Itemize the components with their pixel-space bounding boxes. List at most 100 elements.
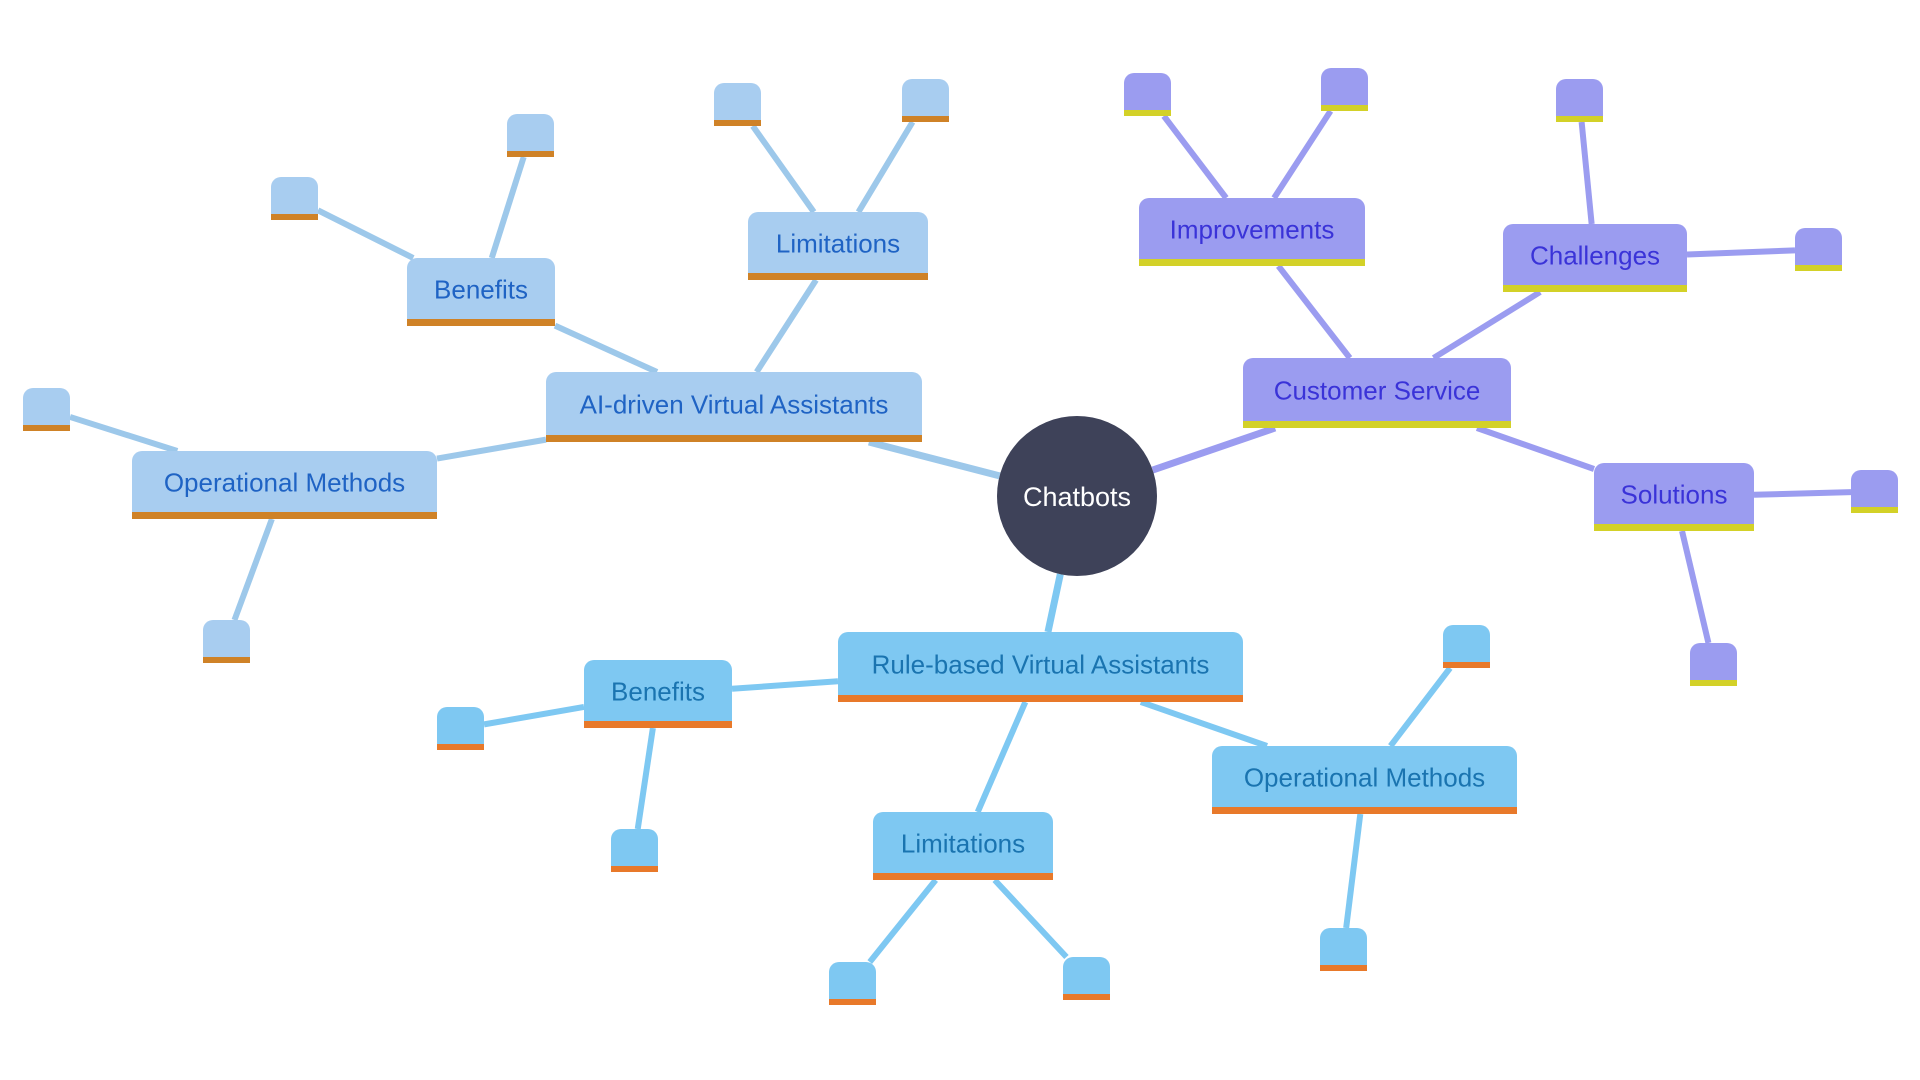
connector-line	[1388, 666, 1453, 748]
node-body	[507, 114, 554, 157]
node-accent-bar	[546, 435, 922, 442]
topic-node-benefits-rule[interactable]: Benefits	[584, 660, 732, 728]
node-label: Challenges	[1530, 241, 1660, 271]
leaf-node-leaf-challenges-2[interactable]	[1795, 228, 1842, 271]
node-label: Limitations	[901, 829, 1025, 859]
connector-line	[1044, 573, 1064, 633]
leaf-node-leaf-operational-rule-2[interactable]	[1320, 928, 1367, 971]
node-accent-bar	[748, 273, 928, 280]
node-accent-bar	[902, 116, 949, 122]
leaf-node-leaf-solutions-1[interactable]	[1851, 470, 1898, 513]
node-accent-bar	[437, 744, 484, 750]
node-accent-bar	[714, 120, 761, 126]
node-accent-bar	[1556, 116, 1603, 122]
connector-line	[731, 678, 839, 692]
leaf-node-leaf-operational-ai-2[interactable]	[203, 620, 250, 663]
connector-line	[1151, 424, 1277, 474]
topic-node-operational-rule[interactable]: Operational Methods	[1212, 746, 1517, 814]
topic-node-solutions[interactable]: Solutions	[1594, 463, 1754, 531]
connector-line	[1753, 489, 1852, 498]
node-body	[611, 829, 658, 872]
node-accent-bar	[584, 721, 732, 728]
node-accent-bar	[838, 695, 1243, 702]
leaf-node-leaf-improvements-1[interactable]	[1124, 73, 1171, 116]
connector-line	[974, 700, 1029, 814]
node-label: Solutions	[1621, 480, 1728, 510]
connector-line	[316, 207, 415, 261]
node-label: Customer Service	[1274, 376, 1481, 406]
topic-node-ai-driven[interactable]: AI-driven Virtual Assistants	[546, 372, 922, 442]
node-accent-bar	[1795, 265, 1842, 271]
connector-line	[1271, 109, 1334, 200]
node-body	[437, 707, 484, 750]
node-label: Operational Methods	[164, 468, 405, 498]
node-accent-bar	[1321, 105, 1368, 111]
topic-node-improvements[interactable]: Improvements	[1139, 198, 1365, 266]
node-accent-bar	[1503, 285, 1687, 292]
connector-line	[483, 703, 585, 728]
node-accent-bar	[1124, 110, 1171, 116]
leaf-node-leaf-limitations-rule-1[interactable]	[829, 962, 876, 1005]
topic-node-limitations-ai[interactable]: Limitations	[748, 212, 928, 280]
connector-line	[436, 436, 547, 462]
topic-node-challenges[interactable]: Challenges	[1503, 224, 1687, 292]
node-body	[1556, 79, 1603, 122]
center-node-label: Chatbots	[1023, 482, 1131, 512]
leaf-node-leaf-benefits-rule-2[interactable]	[611, 829, 658, 872]
leaf-node-leaf-benefits-ai-1[interactable]	[271, 177, 318, 220]
leaf-node-leaf-limitations-rule-2[interactable]	[1063, 957, 1110, 1000]
node-label: Benefits	[434, 275, 528, 305]
node-label: Operational Methods	[1244, 763, 1485, 793]
connector-line	[1686, 247, 1796, 258]
connector-line	[992, 877, 1069, 960]
connector-line	[855, 120, 916, 214]
node-accent-bar	[1212, 807, 1517, 814]
node-accent-bar	[407, 319, 555, 326]
node-accent-bar	[203, 657, 250, 663]
topic-node-operational-ai[interactable]: Operational Methods	[132, 451, 437, 519]
leaf-node-leaf-solutions-2[interactable]	[1690, 643, 1737, 686]
mindmap-diagram: AI-driven Virtual Assistants Benefits Limi…	[23, 68, 1898, 1005]
node-accent-bar	[1139, 259, 1365, 266]
node-body	[271, 177, 318, 220]
node-body	[1795, 228, 1842, 271]
connector-line	[868, 438, 1001, 480]
leaf-node-leaf-operational-rule-1[interactable]	[1443, 625, 1490, 668]
topic-node-limitations-rule[interactable]: Limitations	[873, 812, 1053, 880]
connector-line	[754, 278, 819, 374]
node-body	[1320, 928, 1367, 971]
connector-line	[1679, 530, 1712, 644]
node-accent-bar	[1243, 421, 1511, 428]
node-body	[1063, 957, 1110, 1000]
node-accent-bar	[1443, 662, 1490, 668]
node-label: Benefits	[611, 677, 705, 707]
leaf-node-leaf-operational-ai-1[interactable]	[23, 388, 70, 431]
leaf-node-leaf-challenges-1[interactable]	[1556, 79, 1603, 122]
leaf-node-leaf-benefits-rule-1[interactable]	[437, 707, 484, 750]
topic-node-rule-based[interactable]: Rule-based Virtual Assistants	[838, 632, 1243, 702]
connector-line	[1431, 289, 1542, 361]
node-label: Improvements	[1170, 215, 1335, 245]
leaf-node-leaf-limitations-ai-1[interactable]	[714, 83, 761, 126]
node-body	[203, 620, 250, 663]
node-accent-bar	[1063, 994, 1110, 1000]
node-body	[1690, 643, 1737, 686]
connector-line	[231, 517, 275, 622]
node-body	[1443, 625, 1490, 668]
center-node-chatbots[interactable]: Chatbots	[997, 416, 1157, 576]
connector-line	[634, 727, 656, 830]
topic-node-customer-service[interactable]: Customer Service	[1243, 358, 1511, 428]
node-label: Rule-based Virtual Assistants	[872, 650, 1210, 680]
connector-line	[1139, 699, 1268, 749]
connector-line	[1578, 121, 1595, 225]
leaf-node-leaf-benefits-ai-2[interactable]	[507, 114, 554, 157]
node-body	[829, 962, 876, 1005]
topic-node-benefits-ai[interactable]: Benefits	[407, 258, 555, 326]
connector-line	[750, 124, 817, 214]
leaf-node-leaf-improvements-2[interactable]	[1321, 68, 1368, 111]
node-accent-bar	[829, 999, 876, 1005]
center-node-layer: Chatbots	[997, 416, 1157, 576]
leaf-node-leaf-limitations-ai-2[interactable]	[902, 79, 949, 122]
node-accent-bar	[1594, 524, 1754, 531]
node-body	[714, 83, 761, 126]
